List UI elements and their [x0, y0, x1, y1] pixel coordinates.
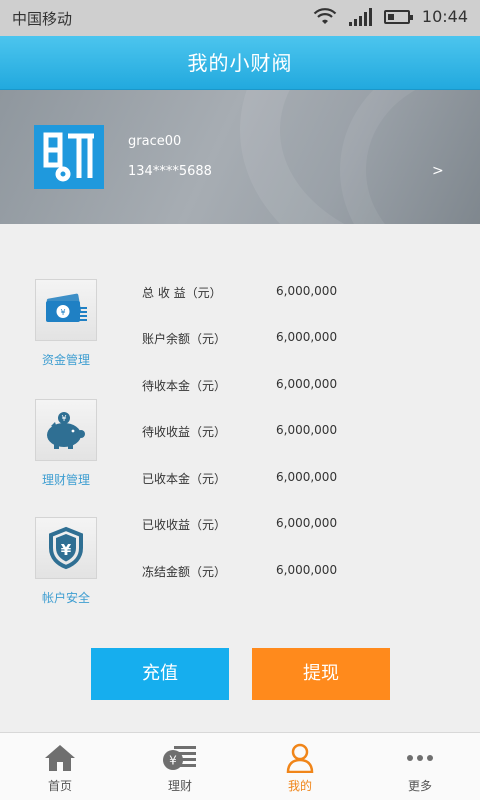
svg-text:¥: ¥ [61, 414, 66, 423]
menu-label: 理财管理 [41, 473, 90, 487]
menu-tile[interactable]: ¥ [35, 399, 97, 461]
background-swirl [340, 90, 480, 224]
tab-finance[interactable]: ¥ 理财 [120, 733, 240, 800]
stat-label: 账户余额（元） [142, 332, 227, 346]
stat-received-principal: 已收本金（元） 6,000,000 [142, 470, 382, 490]
clock: 10:44 [421, 7, 468, 26]
tab-label: 理财 [167, 779, 192, 793]
stat-pending-income: 待收收益（元） 6,000,000 [142, 423, 382, 443]
recharge-button[interactable]: 充值 [91, 648, 229, 700]
tab-mine[interactable]: 我的 [240, 733, 360, 800]
svg-text:¥: ¥ [61, 541, 72, 559]
piggy-bank-icon: ¥ [47, 412, 85, 449]
withdraw-button[interactable]: 提现 [252, 648, 390, 700]
stat-frozen-amount: 冻结金额（元） 6,000,000 [142, 563, 382, 583]
menu-tile[interactable]: ¥ [35, 517, 97, 579]
home-icon [45, 745, 75, 771]
page-title: 我的小财阀 [187, 51, 293, 75]
title-bar: 我的小财阀 [0, 36, 480, 90]
svg-text:¥: ¥ [60, 308, 65, 317]
stat-value: 6,000,000 [276, 563, 338, 577]
chevron-right-icon[interactable]: > [432, 163, 444, 179]
stat-received-income: 已收收益（元） 6,000,000 [142, 516, 382, 536]
stat-label: 已收本金（元） [142, 472, 227, 486]
profile-card[interactable]: grace00 134****5688 > [0, 90, 480, 224]
phone-number: 134****5688 [128, 164, 212, 179]
tab-label: 我的 [287, 779, 312, 793]
menu-account-security[interactable]: ¥ 帐户安全 [22, 517, 110, 606]
stat-label: 待收本金（元） [142, 379, 227, 393]
more-icon [407, 755, 433, 761]
stat-value: 6,000,000 [276, 377, 338, 391]
stat-value: 6,000,000 [276, 330, 338, 344]
battery-icon [383, 9, 413, 24]
status-bar: 中国移动 10:44 [0, 0, 480, 36]
wifi-icon [313, 7, 337, 24]
menu-tile[interactable]: ¥ [35, 279, 97, 341]
bottom-tab-bar: 首页 ¥ 理财 我的 更多 [0, 732, 480, 800]
logo-icon [43, 132, 94, 182]
signal-icon [348, 7, 372, 26]
stat-total-income: 总 收 益（元） 6,000,000 [142, 284, 382, 304]
stat-label: 冻结金额（元） [142, 565, 227, 579]
menu-fund-management[interactable]: ¥ 资金管理 [22, 279, 110, 368]
stat-label: 待收收益（元） [142, 425, 227, 439]
avatar [34, 125, 104, 189]
tab-home[interactable]: 首页 [0, 733, 120, 800]
stat-account-balance: 账户余额（元） 6,000,000 [142, 330, 382, 350]
tab-label: 首页 [47, 779, 72, 793]
svg-text:¥: ¥ [169, 754, 177, 768]
menu-label: 资金管理 [41, 353, 90, 367]
user-icon [286, 743, 314, 773]
shield-yen-icon: ¥ [49, 526, 83, 570]
menu-wealth-management[interactable]: ¥ 理财管理 [22, 399, 110, 488]
tab-more[interactable]: 更多 [360, 733, 480, 800]
money-icon: ¥ [46, 293, 87, 322]
stat-value: 6,000,000 [276, 470, 338, 484]
stat-label: 总 收 益（元） [142, 286, 222, 300]
stat-value: 6,000,000 [276, 423, 338, 437]
username: grace00 [128, 134, 182, 149]
stat-value: 6,000,000 [276, 284, 338, 298]
finance-icon: ¥ [163, 746, 196, 770]
menu-label: 帐户安全 [41, 591, 90, 605]
stat-pending-principal: 待收本金（元） 6,000,000 [142, 377, 382, 397]
stat-label: 已收收益（元） [142, 518, 227, 532]
tab-label: 更多 [407, 779, 432, 793]
stat-value: 6,000,000 [276, 516, 338, 530]
carrier-name: 中国移动 [12, 10, 73, 28]
